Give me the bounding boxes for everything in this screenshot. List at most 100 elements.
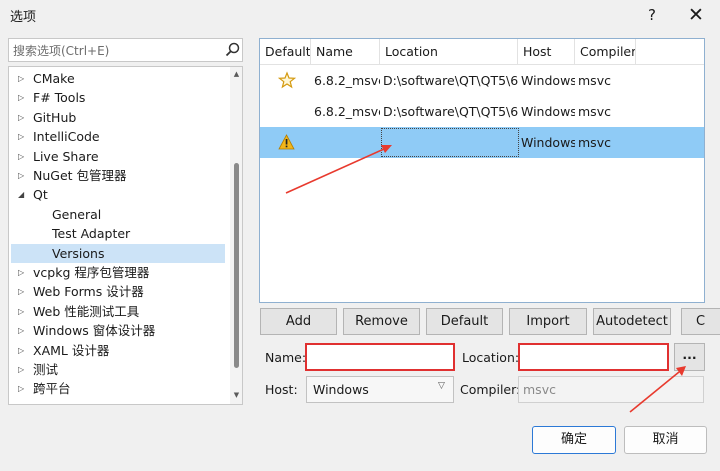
ok-button[interactable]: 确定 — [532, 426, 616, 454]
search-input[interactable]: 搜索选项(Ctrl+E) — [8, 38, 243, 62]
collapsed-arrow-icon[interactable]: ▷ — [18, 321, 28, 340]
collapsed-arrow-icon[interactable]: ▷ — [18, 302, 28, 321]
host-label: Host: — [265, 382, 298, 397]
column-header-empty — [636, 39, 704, 65]
tree-item[interactable]: ▷ Web 性能测试工具 — [11, 302, 225, 321]
tree-item[interactable]: ▷ Web Forms 设计器 — [11, 282, 225, 301]
tree-scrollbar[interactable]: ▲ ▼ — [230, 67, 242, 404]
warning-icon — [278, 134, 295, 150]
options-tree[interactable]: ▷ CMake ▷ F# Tools ▷ GitHub ▷ IntelliCode ▷ Live … — [8, 66, 243, 405]
collapsed-arrow-icon[interactable]: ▷ — [18, 166, 28, 185]
collapsed-arrow-icon[interactable]: ▷ — [18, 263, 28, 282]
scroll-thumb[interactable] — [234, 163, 239, 368]
cell-compiler: msvc — [578, 73, 611, 88]
browse-button[interactable]: ... — [674, 343, 705, 371]
cell-location: D:\software\QT\QT5\6.8 — [383, 104, 518, 119]
cell-name — [311, 127, 380, 158]
collapsed-arrow-icon[interactable]: ▷ — [18, 147, 28, 166]
location-label: Location: — [462, 350, 520, 365]
expanded-arrow-icon[interactable]: ◢ — [18, 185, 28, 204]
tree-item-label: NuGet 包管理器 — [33, 168, 127, 183]
collapsed-arrow-icon[interactable]: ▷ — [18, 360, 28, 379]
cell-name: 6.8.2_msvc2 — [314, 104, 380, 119]
tree-item-label: vcpkg 程序包管理器 — [33, 265, 150, 280]
table-row[interactable]: 6.8.2_msvc2 D:\software\QT\QT5\6.8 Windo… — [260, 65, 704, 96]
tree-item[interactable]: General — [11, 205, 225, 224]
tree-item[interactable]: Test Adapter — [11, 224, 225, 243]
tree-item-label: IntelliCode — [33, 129, 100, 145]
column-header-host[interactable]: Host — [518, 39, 575, 65]
tree-item[interactable]: ▷ Windows 窗体设计器 — [11, 321, 225, 340]
tree-item[interactable]: ▷ IntelliCode — [11, 127, 225, 146]
tree-item[interactable]: ▷ XAML 设计器 — [11, 341, 225, 360]
default-button[interactable]: Default — [426, 308, 503, 335]
remove-button[interactable]: Remove — [343, 308, 420, 335]
tree-item[interactable]: ▷ GitHub — [11, 108, 225, 127]
tree-item-label: F# Tools — [33, 90, 86, 106]
tree-item[interactable]: ▷ F# Tools — [11, 88, 225, 107]
tree-item[interactable]: ▷ NuGet 包管理器 — [11, 166, 225, 185]
collapsed-arrow-icon[interactable]: ▷ — [18, 69, 28, 88]
tree-item-label: Versions — [52, 245, 105, 261]
compiler-field: msvc — [518, 376, 704, 403]
tree-item-label: Qt — [33, 187, 48, 203]
column-header-name[interactable]: Name — [311, 39, 380, 65]
cancel-button[interactable]: 取消 — [624, 426, 707, 454]
import-button[interactable]: Import — [509, 308, 587, 335]
tree-item-label: Web Forms 设计器 — [33, 284, 144, 300]
tree-item[interactable]: ▷ CMake — [11, 69, 225, 88]
column-header-default[interactable]: Default — [260, 39, 311, 65]
collapsed-arrow-icon[interactable]: ▷ — [18, 108, 28, 127]
tree-item[interactable]: ◢ Qt — [11, 185, 225, 204]
tree-item[interactable]: ▷ 测试 — [11, 360, 225, 379]
host-select[interactable]: Windows ▽ — [306, 376, 454, 403]
scroll-down-icon[interactable]: ▼ — [231, 390, 242, 400]
tree-item[interactable]: Versions — [11, 243, 225, 263]
name-label: Name: — [265, 350, 307, 365]
cell-host: Windows — [521, 73, 575, 88]
cleanup-button[interactable]: C — [681, 308, 720, 335]
cell-compiler: msvc — [578, 104, 611, 119]
cell-location-editor[interactable] — [381, 128, 519, 157]
collapsed-arrow-icon[interactable]: ▷ — [18, 341, 28, 360]
title-bar — [0, 0, 720, 30]
collapsed-arrow-icon[interactable]: ▷ — [18, 127, 28, 146]
compiler-value: msvc — [523, 382, 556, 397]
column-header-location[interactable]: Location — [380, 39, 518, 65]
tree-item-label: CMake — [33, 71, 75, 86]
add-button[interactable]: Add — [260, 308, 337, 335]
tree-item-label: Test Adapter — [52, 226, 131, 242]
collapsed-arrow-icon[interactable]: ▷ — [18, 282, 28, 301]
tree-item[interactable]: ▷ 跨平台 — [11, 379, 225, 398]
close-button[interactable]: ✕ — [683, 3, 709, 27]
cell-host: Windows — [521, 135, 575, 150]
tree-item[interactable]: ▷ Live Share — [11, 147, 225, 166]
search-placeholder: 搜索选项(Ctrl+E) — [13, 44, 110, 58]
collapsed-arrow-icon[interactable]: ▷ — [18, 88, 28, 107]
help-button[interactable]: ? — [640, 3, 664, 27]
tree-item-label: GitHub — [33, 109, 77, 125]
collapsed-arrow-icon[interactable]: ▷ — [18, 379, 28, 398]
qt-versions-table[interactable]: Default Name Location Host Compiler 6.8.… — [259, 38, 705, 303]
scroll-up-icon[interactable]: ▲ — [231, 69, 242, 79]
tree-item-label: Web 性能测试工具 — [33, 303, 140, 319]
tree-item-label: Windows 窗体设计器 — [33, 323, 156, 339]
window-title: 选项 — [10, 10, 37, 25]
cell-name: 6.8.2_msvc2 — [314, 73, 380, 88]
table-row[interactable]: 6.8.2_msvc2 D:\software\QT\QT5\6.8 Windo… — [260, 96, 704, 127]
compiler-label: Compiler: — [460, 382, 521, 397]
location-field[interactable] — [518, 343, 669, 371]
column-header-compiler[interactable]: Compiler — [575, 39, 636, 65]
tree-item[interactable]: ▷ vcpkg 程序包管理器 — [11, 263, 225, 282]
chevron-down-icon: ▽ — [438, 381, 445, 391]
tree-item-label: Live Share — [33, 148, 99, 164]
cell-host: Windows — [521, 104, 575, 119]
tree-item-label: XAML 设计器 — [33, 342, 110, 358]
star-icon — [277, 71, 297, 89]
table-row-selected[interactable]: Windows msvc — [260, 127, 704, 158]
host-value: Windows — [313, 382, 369, 397]
autodetect-button[interactable]: Autodetect — [593, 308, 671, 335]
tree-item-label: General — [52, 206, 102, 222]
search-icon[interactable] — [224, 41, 242, 59]
name-field[interactable] — [305, 343, 455, 371]
